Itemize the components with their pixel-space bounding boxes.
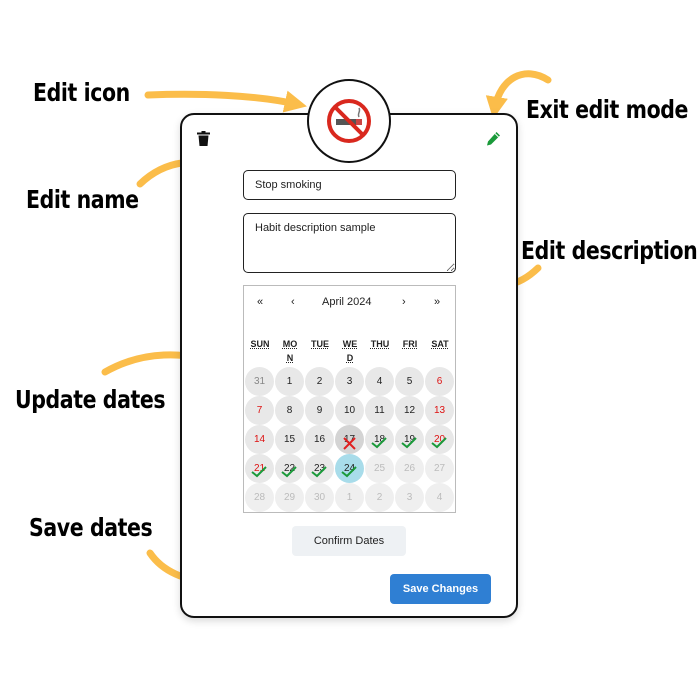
calendar-day-number: 24 bbox=[343, 463, 356, 474]
calendar-day-number: 31 bbox=[253, 376, 266, 387]
calendar-day[interactable]: 19 bbox=[395, 425, 424, 454]
calendar-day-number: 30 bbox=[313, 492, 326, 503]
calendar-day[interactable]: 25 bbox=[365, 454, 394, 483]
calendar-day-number: 22 bbox=[283, 463, 296, 474]
calendar-day[interactable]: 4 bbox=[365, 367, 394, 396]
calendar-day-number: 12 bbox=[403, 405, 416, 416]
calendar-day[interactable]: 22 bbox=[275, 454, 304, 483]
calendar-day[interactable]: 17 bbox=[335, 425, 364, 454]
month-label[interactable]: April 2024 bbox=[322, 296, 372, 308]
habit-name-input[interactable] bbox=[243, 170, 456, 200]
calendar-day[interactable]: 4 bbox=[425, 483, 454, 512]
calendar-day[interactable]: 5 bbox=[395, 367, 424, 396]
annotation-edit-name: Edit name bbox=[26, 185, 139, 214]
calendar-day[interactable]: 27 bbox=[425, 454, 454, 483]
calendar-day[interactable]: 3 bbox=[335, 367, 364, 396]
calendar-day[interactable]: 13 bbox=[425, 396, 454, 425]
annotation-edit-icon: Edit icon bbox=[33, 78, 130, 107]
calendar-day-number: 11 bbox=[374, 405, 385, 416]
calendar-day-number: 4 bbox=[376, 376, 383, 387]
calendar-day-number: 29 bbox=[283, 492, 296, 503]
prev-month-button[interactable]: ‹ bbox=[291, 296, 295, 308]
weekday-label: SAT bbox=[431, 339, 449, 349]
calendar-day-number: 4 bbox=[436, 492, 443, 503]
calendar-day-number: 9 bbox=[316, 405, 323, 416]
pencil-icon[interactable] bbox=[486, 131, 501, 151]
weekday-label: WE D bbox=[342, 339, 358, 363]
calendar-day-number: 2 bbox=[376, 492, 383, 503]
calendar-day[interactable]: 26 bbox=[395, 454, 424, 483]
annotation-exit-edit-mode: Exit edit mode bbox=[526, 95, 689, 124]
calendar-day[interactable]: 15 bbox=[275, 425, 304, 454]
calendar-day[interactable]: 16 bbox=[305, 425, 334, 454]
calendar-day[interactable]: 28 bbox=[245, 483, 274, 512]
calendar-day-number: 18 bbox=[373, 434, 386, 445]
calendar-day-number: 23 bbox=[313, 463, 326, 474]
calendar-day-number: 21 bbox=[253, 463, 266, 474]
calendar-day-number: 20 bbox=[433, 434, 446, 445]
weekday-label: MO N bbox=[282, 339, 298, 363]
habit-icon-button[interactable] bbox=[307, 79, 391, 163]
calendar-day-number: 10 bbox=[343, 405, 356, 416]
habit-description-textarea[interactable]: Habit description sample bbox=[243, 213, 456, 273]
weekday-label: FRI bbox=[402, 339, 418, 349]
calendar-day[interactable]: 3 bbox=[395, 483, 424, 512]
weekday-label: THU bbox=[370, 339, 390, 349]
calendar-day[interactable]: 12 bbox=[395, 396, 424, 425]
next-year-button[interactable]: » bbox=[434, 296, 440, 308]
calendar-day-number: 28 bbox=[253, 492, 266, 503]
annotation-update-dates: Update dates bbox=[15, 385, 166, 414]
calendar: « ‹ April 2024 › » SUN MO N TUE WE D THU FRI S… bbox=[243, 285, 456, 513]
calendar-day-number: 3 bbox=[406, 492, 413, 503]
calendar-day-number: 6 bbox=[436, 376, 443, 387]
calendar-day[interactable]: 7 bbox=[245, 396, 274, 425]
save-changes-button[interactable]: Save Changes bbox=[390, 574, 491, 604]
calendar-day-number: 25 bbox=[373, 463, 386, 474]
calendar-day[interactable]: 2 bbox=[365, 483, 394, 512]
calendar-day-number: 15 bbox=[283, 434, 296, 445]
calendar-day[interactable]: 23 bbox=[305, 454, 334, 483]
calendar-day-number: 7 bbox=[256, 405, 263, 416]
annotation-save-dates: Save dates bbox=[29, 513, 153, 542]
calendar-day[interactable]: 8 bbox=[275, 396, 304, 425]
calendar-day[interactable]: 21 bbox=[245, 454, 274, 483]
calendar-day-number: 27 bbox=[433, 463, 446, 474]
confirm-dates-button[interactable]: Confirm Dates bbox=[292, 526, 406, 556]
trash-icon[interactable] bbox=[197, 131, 210, 151]
annotation-edit-description: Edit description bbox=[521, 236, 698, 265]
calendar-day[interactable]: 11 bbox=[365, 396, 394, 425]
calendar-day[interactable]: 10 bbox=[335, 396, 364, 425]
calendar-day[interactable]: 1 bbox=[335, 483, 364, 512]
calendar-day-number: 8 bbox=[286, 405, 293, 416]
weekday-label: SUN bbox=[250, 339, 270, 349]
calendar-day-number: 2 bbox=[316, 376, 323, 387]
calendar-day[interactable]: 14 bbox=[245, 425, 274, 454]
calendar-day-number: 26 bbox=[403, 463, 416, 474]
weekday-label: TUE bbox=[311, 339, 329, 349]
calendar-day-number: 19 bbox=[403, 434, 416, 445]
calendar-day-number: 17 bbox=[343, 434, 356, 445]
next-month-button[interactable]: › bbox=[402, 296, 406, 308]
calendar-day[interactable]: 30 bbox=[305, 483, 334, 512]
prev-year-button[interactable]: « bbox=[257, 296, 263, 308]
calendar-day-number: 14 bbox=[253, 434, 266, 445]
calendar-day-number: 1 bbox=[286, 376, 293, 387]
calendar-day-number: 5 bbox=[406, 376, 413, 387]
calendar-day[interactable]: 1 bbox=[275, 367, 304, 396]
calendar-day[interactable]: 9 bbox=[305, 396, 334, 425]
calendar-day[interactable]: 29 bbox=[275, 483, 304, 512]
calendar-day-number: 16 bbox=[313, 434, 326, 445]
calendar-day-number: 1 bbox=[346, 492, 353, 503]
calendar-day-number: 13 bbox=[433, 405, 446, 416]
calendar-day[interactable]: 20 bbox=[425, 425, 454, 454]
calendar-day[interactable]: 2 bbox=[305, 367, 334, 396]
calendar-day[interactable]: 18 bbox=[365, 425, 394, 454]
calendar-day-number: 3 bbox=[346, 376, 353, 387]
calendar-day[interactable]: 31 bbox=[245, 367, 274, 396]
arrow-edit-icon bbox=[144, 90, 307, 113]
no-smoking-icon bbox=[327, 99, 371, 143]
calendar-day[interactable]: 6 bbox=[425, 367, 454, 396]
calendar-day[interactable]: 24 bbox=[335, 454, 364, 483]
